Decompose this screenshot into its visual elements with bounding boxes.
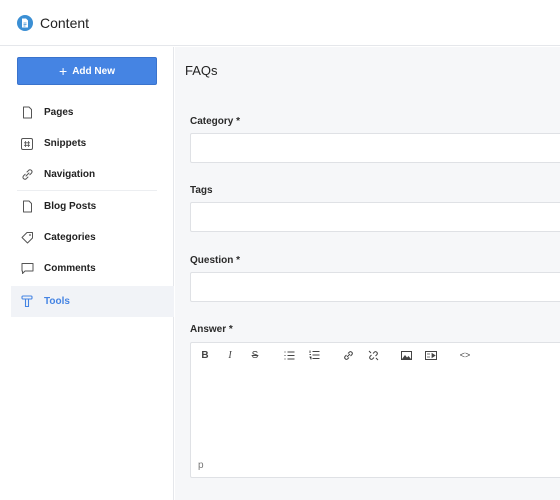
- question-label: Question *: [190, 255, 241, 266]
- add-new-button[interactable]: + Add New: [17, 57, 157, 85]
- unlink-icon: [368, 350, 378, 360]
- tag-icon: [20, 231, 34, 245]
- sidebar-item-label: Categories: [44, 232, 96, 243]
- link-icon: [20, 168, 34, 182]
- tags-label: Tags: [190, 185, 213, 196]
- category-label: Category *: [190, 116, 241, 127]
- italic-button[interactable]: I: [223, 349, 237, 361]
- comment-icon: [20, 262, 34, 276]
- sidebar-item-label: Pages: [44, 107, 74, 118]
- numbered-list-button[interactable]: [307, 349, 321, 361]
- answer-label: Answer *: [190, 324, 233, 335]
- main-content: FAQs Category * Tags Question * Answer *…: [175, 47, 560, 500]
- embed-icon: [425, 350, 437, 360]
- sidebar-item-label: Comments: [44, 263, 96, 274]
- document-icon: [17, 14, 33, 31]
- sidebar-item-pages[interactable]: Pages: [11, 97, 174, 128]
- sidebar-item-snippets[interactable]: Snippets: [11, 128, 174, 159]
- strikethrough-button[interactable]: S: [248, 349, 262, 361]
- numbered-list-icon: [309, 350, 319, 360]
- page-icon: [20, 200, 34, 214]
- unlink-button[interactable]: [366, 349, 380, 361]
- sidebar-item-navigation[interactable]: Navigation: [11, 159, 174, 190]
- bold-button[interactable]: B: [198, 349, 212, 361]
- link-icon: [343, 350, 353, 360]
- bullet-list-icon: [284, 351, 294, 359]
- image-icon: [400, 350, 412, 360]
- sidebar-item-comments[interactable]: Comments: [11, 253, 174, 284]
- page-icon: [20, 106, 34, 120]
- add-new-label: Add New: [72, 65, 115, 77]
- app-title: Content: [40, 14, 90, 31]
- sidebar-item-tools[interactable]: Tools: [11, 286, 174, 317]
- embed-button[interactable]: [424, 349, 438, 361]
- sidebar-item-label: Blog Posts: [44, 201, 97, 212]
- link-button[interactable]: [341, 349, 355, 361]
- image-button[interactable]: [399, 349, 413, 361]
- editor-toolbar: B I S <>: [191, 343, 560, 367]
- sidebar-item-categories[interactable]: Categories: [11, 222, 174, 253]
- tools-icon: [20, 295, 34, 309]
- question-input[interactable]: [190, 272, 560, 302]
- sidebar-item-label: Tools: [44, 296, 70, 307]
- hash-icon: [20, 137, 34, 151]
- sidebar-item-label: Navigation: [44, 169, 96, 180]
- tags-input[interactable]: [190, 202, 560, 232]
- editor-status-path: p: [198, 460, 204, 471]
- page-title: FAQs: [185, 63, 218, 78]
- bullet-list-button[interactable]: [282, 349, 296, 361]
- code-button[interactable]: <>: [458, 349, 472, 361]
- plus-icon: +: [59, 63, 68, 79]
- sidebar-item-blog-posts[interactable]: Blog Posts: [11, 191, 174, 222]
- sidebar-item-label: Snippets: [44, 138, 87, 149]
- answer-editor[interactable]: B I S <> p: [190, 342, 560, 478]
- sidebar-nav: Pages Snippets Navigation Blog Posts Cat…: [11, 97, 174, 317]
- top-bar: Content: [0, 0, 560, 46]
- sidebar: + Add New Pages Snippets Navigation Blog…: [0, 47, 174, 500]
- category-input[interactable]: [190, 133, 560, 163]
